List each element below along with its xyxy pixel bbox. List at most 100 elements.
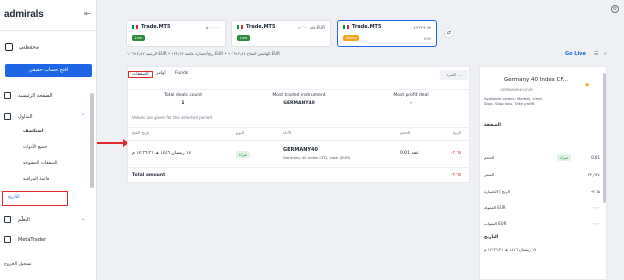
instrument-title: Germany 40 Index CF... [504, 77, 569, 83]
main-area: ⚙ Trade.MT5 ٥٠٠٠.٠٠ Live Trade.MT5 ١٠٬٠٠… [97, 0, 624, 280]
detail-date: ١٧ رمضان ١٤٤٦ هـ ١٢:٣٦:٣١ م [484, 247, 537, 252]
brand-logo[interactable]: admirals [4, 9, 44, 20]
row-symbol-description: Germany 40 Index CFD, cash (EUR) [283, 155, 351, 160]
sub-item-watchlist[interactable]: قائمة المراقبة [23, 177, 49, 182]
book-icon [4, 216, 11, 223]
nav-label: التعلّم [18, 216, 30, 223]
detail-row: الربح / الخسارة -٣.٦٥ [484, 189, 600, 197]
detail-value: -٣.٦٥ [590, 189, 600, 194]
detail-key: السواب EUR [484, 221, 507, 226]
instrument-description: Available orders: Market, Limit, Stop, S… [484, 96, 544, 106]
detail-row: الحجم شراء 0.01 [484, 154, 600, 163]
header-volume[interactable]: الحجم [400, 130, 410, 135]
sidebar-item-history[interactable]: التاريخ [2, 191, 68, 206]
chart-icon [4, 113, 11, 120]
account-badge: Live [237, 35, 251, 41]
account-balance: ١٠٬٠٠٠٫٥٥ EUR [297, 25, 325, 30]
home-icon [4, 92, 11, 99]
row-profit: -٣.٦٥ [451, 151, 462, 156]
flag-icon [237, 25, 243, 29]
account-name: Trade.MT5 [141, 24, 171, 30]
settings-icon[interactable]: ⚙ [611, 5, 619, 13]
star-icon[interactable]: ★ [584, 81, 590, 89]
stat-value: 1 [181, 101, 185, 106]
nav-item-metatrader[interactable]: MetaTrader [4, 236, 46, 243]
divider [0, 30, 97, 31]
header-type[interactable]: النوع [236, 130, 244, 135]
deal-details-panel: Germany 40 Index CF... ★ GERMANY40.EUR A… [479, 66, 607, 280]
account-balance: ٥٠٠٠.٠٠ [205, 25, 220, 30]
dates-section-title: التاريخ [484, 235, 499, 240]
row-type-badge: شراء [236, 151, 251, 158]
account-card[interactable]: Trade.MT5 ١٠٬٠٠٠٫٥٥ EUR Live [231, 20, 331, 47]
sidebar: admirals ⇤ محفظتي افتح حساب حقيقي الصفحة… [0, 0, 97, 280]
collapse-sidebar-icon[interactable]: ⇤ [82, 8, 93, 19]
sub-item-explore[interactable]: استكشف [23, 129, 43, 134]
sub-item-all-instruments[interactable]: جميع الأدوات [23, 145, 47, 150]
detail-value: ٠.٠٠ [592, 205, 600, 210]
row-date: ١٧ رمضان ١٤٤٦ هـ ١٢:٣٦:٣١ م [132, 151, 191, 156]
account-name: Trade.MT5 [352, 24, 382, 30]
tab-orders[interactable]: أوامر [156, 71, 166, 76]
go-live-link[interactable]: Go Live [565, 51, 586, 57]
nav-item-learn[interactable]: التعلّم [4, 216, 30, 223]
terminal-icon [4, 236, 11, 243]
nav-label: MetaTrader [18, 236, 47, 243]
wallet-label: محفظتي [19, 44, 40, 51]
account-card[interactable]: Trade.MT5 ٥٠٠٠.٠٠ Live [126, 20, 226, 47]
account-info-bar: الرصيد ١٠٬٩١٢٫٤٢ EUR • ربح/خسارة عائمة ١… [127, 51, 280, 56]
header-open-date[interactable]: تاريخ الفتح [132, 130, 149, 135]
account-name: Trade.MT5 [246, 24, 276, 30]
row-symbol: GERMANY40 [283, 147, 318, 153]
account-card-active[interactable]: Trade.MT5 ٤٩٬٢٢٩.٩٧ Demo EUR [337, 20, 437, 47]
buy-badge: شراء [557, 154, 572, 161]
detail-key: الربح / الخسارة [484, 189, 510, 194]
detail-row: ١٧ رمضان ١٤٤٦ هـ ١٢:٣٦:٣١ م [484, 247, 600, 255]
account-balance: ٤٩٬٢٢٩.٩٧ [413, 25, 431, 30]
row-volume: 0.01 عقد [400, 151, 419, 156]
sidebar-scrollbar[interactable] [90, 93, 94, 188]
tab-funds[interactable]: Funds [175, 71, 188, 76]
nav-label: الصفحة الرئيسية [18, 92, 53, 99]
history-panel: الصفقات أوامر Funds الفترة ... Total dea… [127, 66, 471, 183]
nav-item-trade[interactable]: التداول [4, 113, 32, 120]
detail-value: 0.01 [591, 155, 600, 160]
period-note: Values are given for the selected period [132, 115, 212, 120]
logout-link[interactable]: تسجيل الخروج [4, 262, 31, 267]
table-row[interactable]: ١٧ رمضان ١٤٤٦ هـ ١٢:٣٦:٣١ م شراء GERMANY… [128, 140, 471, 164]
account-badge: Live [132, 35, 146, 41]
wallet-item[interactable]: محفظتي [5, 43, 39, 51]
search-icon[interactable]: ⌕ [604, 51, 607, 57]
detail-key: السعر [484, 172, 495, 177]
nav-item-home[interactable]: الصفحة الرئيسية [4, 92, 53, 99]
period-filter-button[interactable]: الفترة ... [440, 70, 468, 80]
add-account-button[interactable]: ⇄ [444, 28, 454, 38]
stat-label: Most traded instrument [272, 93, 326, 98]
wallet-icon [5, 43, 13, 51]
chevron-up-icon[interactable]: ⌃ [81, 113, 85, 119]
tab-deals[interactable]: الصفقات [128, 71, 153, 78]
chevron-down-icon[interactable]: ⌄ [81, 216, 85, 222]
sliders-icon[interactable]: ☰ [594, 51, 598, 57]
total-value: -٣.٦٥ [451, 173, 462, 178]
stat-most-profit: Most profit deal - [356, 93, 466, 106]
table-header: تاريخ الفتح النوع الأداة الحجم الربح [128, 127, 471, 137]
flag-icon [343, 25, 349, 29]
detail-row: العمولة EUR ٠.٠٠ [484, 205, 600, 213]
history-label: التاريخ [8, 195, 20, 200]
summary-stats: Total deals count 1 Most traded instrume… [128, 89, 471, 115]
stat-label: Most profit deal [393, 93, 429, 98]
details-scrollbar[interactable] [603, 73, 606, 203]
total-label: Total amount [132, 173, 166, 178]
table-total: Total amount -٣.٦٥ [128, 167, 471, 183]
open-live-account-button[interactable]: افتح حساب حقيقي [5, 64, 92, 77]
stat-value: GERMANY40 [283, 101, 315, 106]
account-badge: Demo [343, 35, 360, 41]
detail-value: ٢٢٫٦٢٤ [587, 172, 600, 177]
detail-key: العمولة EUR [484, 205, 506, 210]
detail-row: السواب EUR ٠.٠٠ [484, 221, 600, 229]
header-instrument[interactable]: الأداة [283, 130, 291, 135]
sub-item-open-deals[interactable]: الصفقات المفتوحة [23, 161, 58, 166]
stat-total-deals: Total deals count 1 [128, 93, 238, 106]
header-profit[interactable]: الربح [453, 130, 461, 135]
